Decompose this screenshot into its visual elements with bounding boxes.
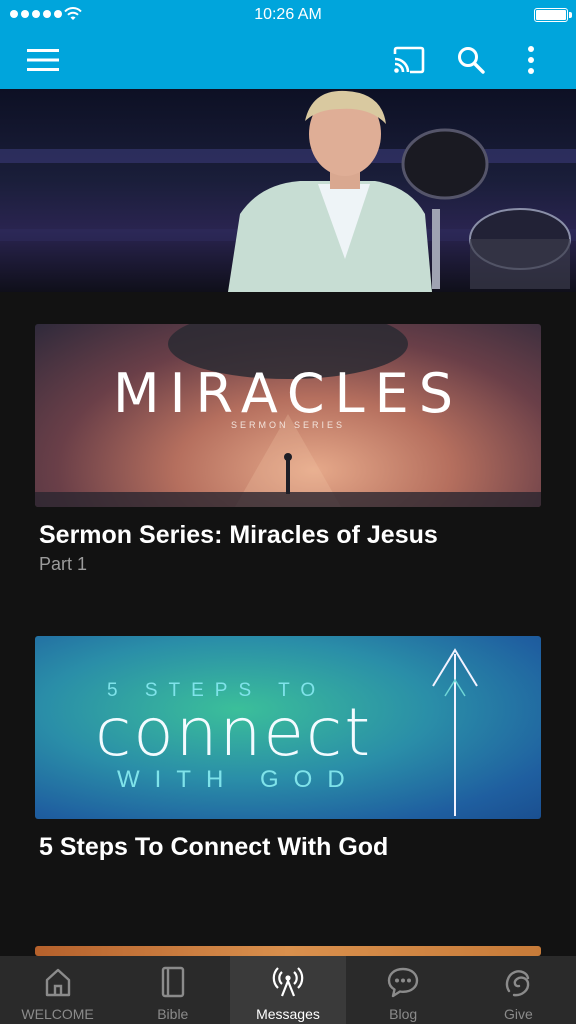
search-icon[interactable] [452, 41, 490, 79]
sermon-thumbnail-connect[interactable]: 5 STEPS TO connect WITH GOD [35, 636, 541, 819]
tab-label: Bible [157, 1006, 189, 1022]
battery-icon [534, 8, 572, 22]
tab-give[interactable]: Give [461, 956, 576, 1024]
broadcast-icon [230, 965, 345, 999]
tab-label: Messages [256, 1006, 320, 1022]
status-time: 10:26 AM [254, 6, 322, 23]
message-title[interactable]: Sermon Series: Miracles of Jesus [39, 521, 438, 550]
hero-video-image[interactable] [0, 89, 576, 292]
sermon-thumbnail-partial[interactable] [35, 946, 541, 956]
tab-blog[interactable]: Blog [346, 956, 461, 1024]
book-icon [115, 965, 230, 999]
tab-welcome[interactable]: WELCOME [0, 956, 115, 1024]
tab-label: WELCOME [21, 1006, 94, 1022]
home-icon [0, 965, 115, 999]
artwork-line2: connect [95, 694, 373, 771]
tab-bible[interactable]: Bible [115, 956, 230, 1024]
tab-label: Blog [389, 1006, 418, 1022]
sermon-thumbnail-miracles[interactable]: MIRACLES SERMON SERIES [35, 324, 541, 507]
give-icon [461, 965, 576, 999]
app-bar [0, 30, 576, 89]
artwork-tagline: SERMON SERIES [230, 420, 345, 430]
bottom-tab-bar: WELCOME Bible Messages Blog Give [0, 956, 576, 1024]
cast-icon[interactable] [390, 41, 428, 79]
status-bar: 10:26 AM [0, 0, 576, 30]
artwork-line3: WITH GOD [117, 766, 360, 793]
more-vertical-icon[interactable] [512, 41, 550, 79]
chat-bubble-icon [346, 965, 461, 999]
message-title[interactable]: 5 Steps To Connect With God [39, 833, 388, 862]
message-subtitle: Part 1 [39, 554, 88, 574]
tab-label: Give [503, 1006, 533, 1022]
tab-messages[interactable]: Messages [230, 956, 346, 1024]
artwork-headline: MIRACLES [112, 362, 464, 425]
hamburger-menu-icon[interactable] [24, 41, 62, 79]
